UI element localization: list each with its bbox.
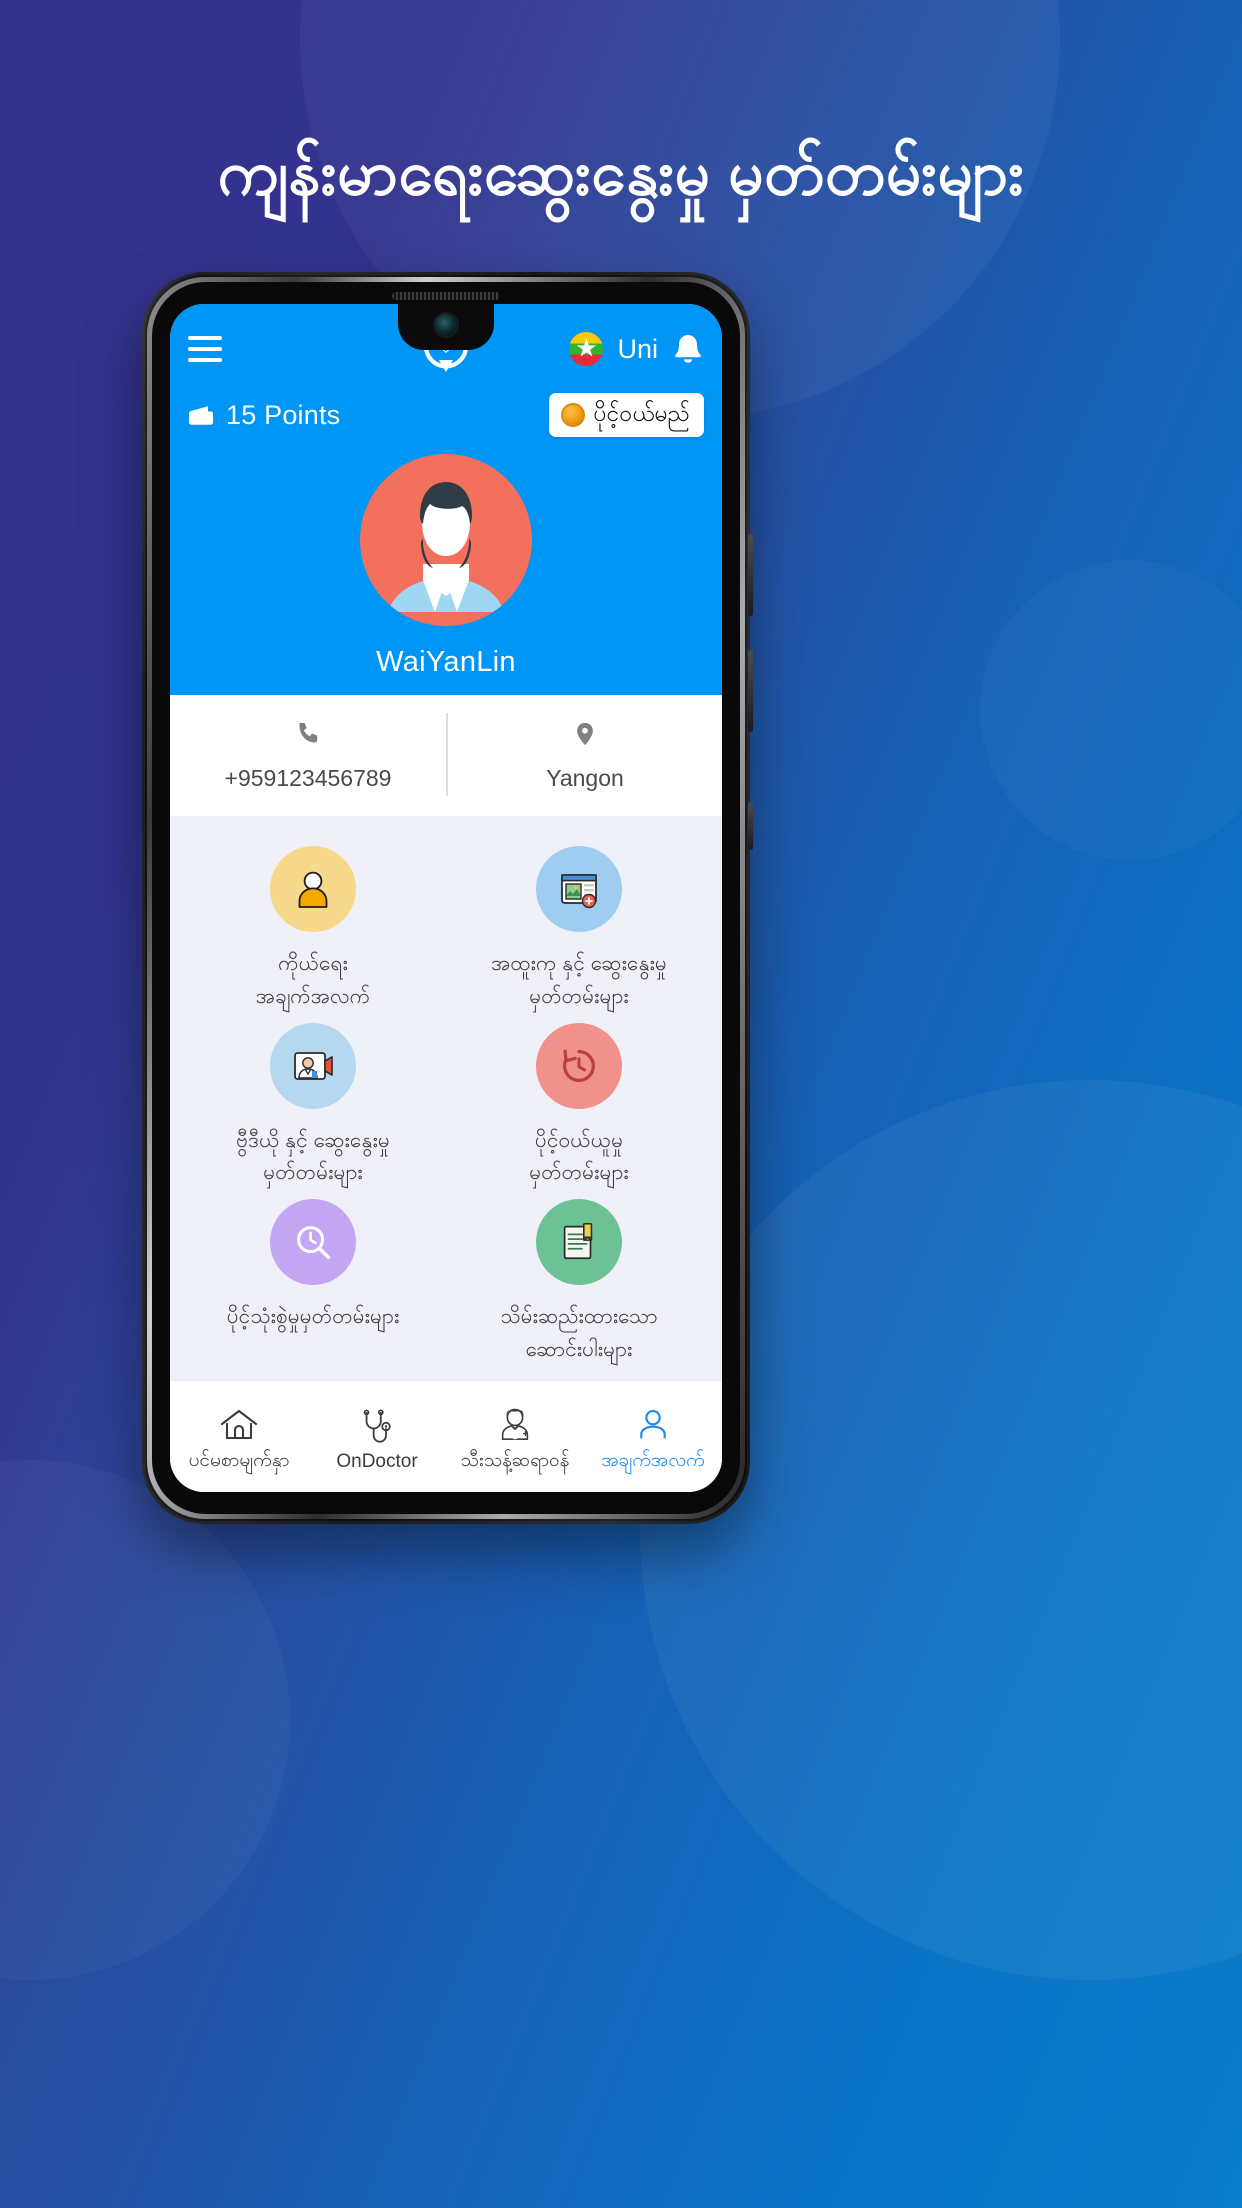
label-line-1: အထူးကု နှင့် ဆွေးနွေးမှု [491, 952, 667, 975]
volume-up-button[interactable] [748, 534, 753, 616]
wallet-icon [188, 404, 214, 426]
power-button[interactable] [748, 802, 753, 850]
menu-item-label: သိမ်းဆည်းထားသော ဆောင်းပါးများ [500, 1301, 657, 1366]
coin-icon [560, 402, 585, 427]
label-line-2: မှတ်တမ်းများ [263, 1161, 363, 1185]
menu-item-specialist-consultation-records[interactable]: အထူးကု နှင့် ဆွေးနွေးမှု မှတ်တမ်းများ [446, 840, 712, 1017]
location-value: Yangon [546, 765, 624, 791]
user-icon [635, 1398, 671, 1442]
promo-stage: ကျန်းမာရေးဆွေးနွေးမှု မှတ်တမ်းများ ★ Uni… [0, 0, 1242, 2208]
label-line-2: မှတ်တမ်းများ [529, 984, 629, 1008]
label-line-1: ပိုင့်ဝယ်ယူမှု [534, 1128, 624, 1152]
menu-item-label: ကိုယ်ရေး အချက်အလက် [256, 948, 370, 1013]
nav-label: OnDoctor [336, 1450, 418, 1472]
label-line-1: ကိုယ်ရေး [278, 952, 348, 975]
nav-item-profile[interactable]: အချက်အလက် [584, 1398, 722, 1476]
background-blob [980, 560, 1242, 860]
nav-label: အချက်အလက် [601, 1449, 705, 1471]
background-blob [0, 1460, 290, 1980]
app-bar-right: ★ Uni [569, 332, 704, 366]
menu-item-video-consultation-records[interactable]: ဗွီဒီယို နှင့် ဆွေးနွေးမှု မှတ်တမ်းများ [180, 1017, 446, 1194]
avatar[interactable] [360, 454, 532, 626]
video-consult-icon [270, 1022, 356, 1109]
menu-item-point-spend-records[interactable]: ပိုင့်သုံးစွဲမှုမှတ်တမ်းများ [180, 1193, 446, 1370]
contact-location[interactable]: Yangon [446, 713, 722, 796]
menu-item-label: ပိုင့်သုံးစွဲမှုမှတ်တမ်းများ [227, 1301, 400, 1334]
contact-strip: +959123456789 Yangon [170, 695, 722, 816]
contact-phone[interactable]: +959123456789 [170, 713, 446, 796]
stethoscope-icon [358, 1401, 396, 1445]
profile-hero: ★ Uni 15 Points ပိုင့်ဝယ်မည် WaiYanLin [170, 304, 722, 695]
menu-item-personal-info[interactable]: ကိုယ်ရေး အချက်အလက် [180, 840, 446, 1017]
hamburger-menu-icon[interactable] [188, 336, 222, 362]
promo-headline: ကျန်းမာရေးဆွေးနွေးမှု မှတ်တမ်းများ [217, 139, 1025, 208]
phone-value: +959123456789 [224, 765, 392, 791]
nav-label: သီးသန့်ဆရာဝန် [460, 1449, 570, 1471]
points-label: 15 Points [226, 399, 341, 430]
phone-mockup: ★ Uni 15 Points ပိုင့်ဝယ်မည် WaiYanLin +… [142, 272, 753, 1524]
specialist-consult-icon [536, 846, 622, 932]
menu-item-label: အထူးကု နှင့် ဆွေးနွေးမှု မှတ်တမ်းများ [491, 948, 667, 1013]
label-line-2: အချက်အလက် [255, 984, 371, 1008]
menu-item-label: ဗွီဒီယို နှင့် ဆွေးနွေးမှု မှတ်တမ်းများ [236, 1125, 390, 1190]
location-pin-icon [456, 717, 714, 751]
flag-star: ★ [575, 334, 598, 363]
front-camera-icon [435, 314, 457, 336]
nav-label: ပင်မစာမျက်နှာ [188, 1449, 290, 1471]
nav-item-ondoctor[interactable]: OnDoctor [308, 1401, 446, 1473]
saved-prescription-icon [536, 1199, 622, 1286]
label-line-1: ဗွီဒီယို နှင့် ဆွေးနွေးမှု [236, 1128, 390, 1152]
doctor-icon [496, 1398, 534, 1442]
home-icon [219, 1398, 259, 1442]
phone-icon [178, 717, 438, 751]
bell-icon[interactable] [672, 332, 704, 366]
points-row: 15 Points ပိုင့်ဝယ်မည် [170, 380, 722, 442]
topup-points-button[interactable]: ပိုင့်ဝယ်မည် [548, 393, 704, 437]
profile-name: WaiYanLin [376, 646, 516, 678]
history-clock-icon [536, 1022, 622, 1109]
label-line-1: သိမ်းဆည်းထားသော [500, 1305, 658, 1329]
topup-button-label: ပိုင့်ဝယ်မည် [593, 400, 691, 426]
label-line-1: ပိုင့်သုံးစွဲမှုမှတ်တမ်းများ [226, 1305, 400, 1329]
search-clock-icon [270, 1199, 356, 1286]
nav-item-doctors[interactable]: သီးသန့်ဆရာဝန် [446, 1398, 584, 1476]
label-line-2: ဆောင်းပါးများ [525, 1337, 633, 1361]
volume-down-button[interactable] [748, 650, 753, 732]
bottom-navigation: ပင်မစာမျက်နှာ OnDoctor သီးသန့်ဆရာဝန် အချ… [170, 1380, 722, 1492]
myanmar-flag-icon: ★ [569, 332, 604, 366]
user-label[interactable]: Uni [617, 334, 658, 365]
menu-item-saved-medicines[interactable]: သိမ်းဆည်းထားသော ဆောင်းပါးများ [446, 1193, 712, 1370]
nav-item-home[interactable]: ပင်မစာမျက်နှာ [170, 1398, 308, 1476]
person-icon [270, 846, 356, 932]
phone-screen: ★ Uni 15 Points ပိုင့်ဝယ်မည် WaiYanLin +… [170, 304, 722, 1492]
earpiece-speaker [392, 292, 500, 300]
menu-grid: ကိုယ်ရေး အချက်အလက် အထူးကု နှင့် ဆွေးနွေး… [170, 816, 722, 1380]
menu-item-point-usage-records[interactable]: ပိုင့်ဝယ်ယူမှု မှတ်တမ်းများ [446, 1017, 712, 1194]
profile-block: WaiYanLin [170, 442, 722, 695]
label-line-2: မှတ်တမ်းများ [529, 1161, 629, 1185]
menu-item-label: ပိုင့်ဝယ်ယူမှု မှတ်တမ်းများ [529, 1125, 629, 1190]
